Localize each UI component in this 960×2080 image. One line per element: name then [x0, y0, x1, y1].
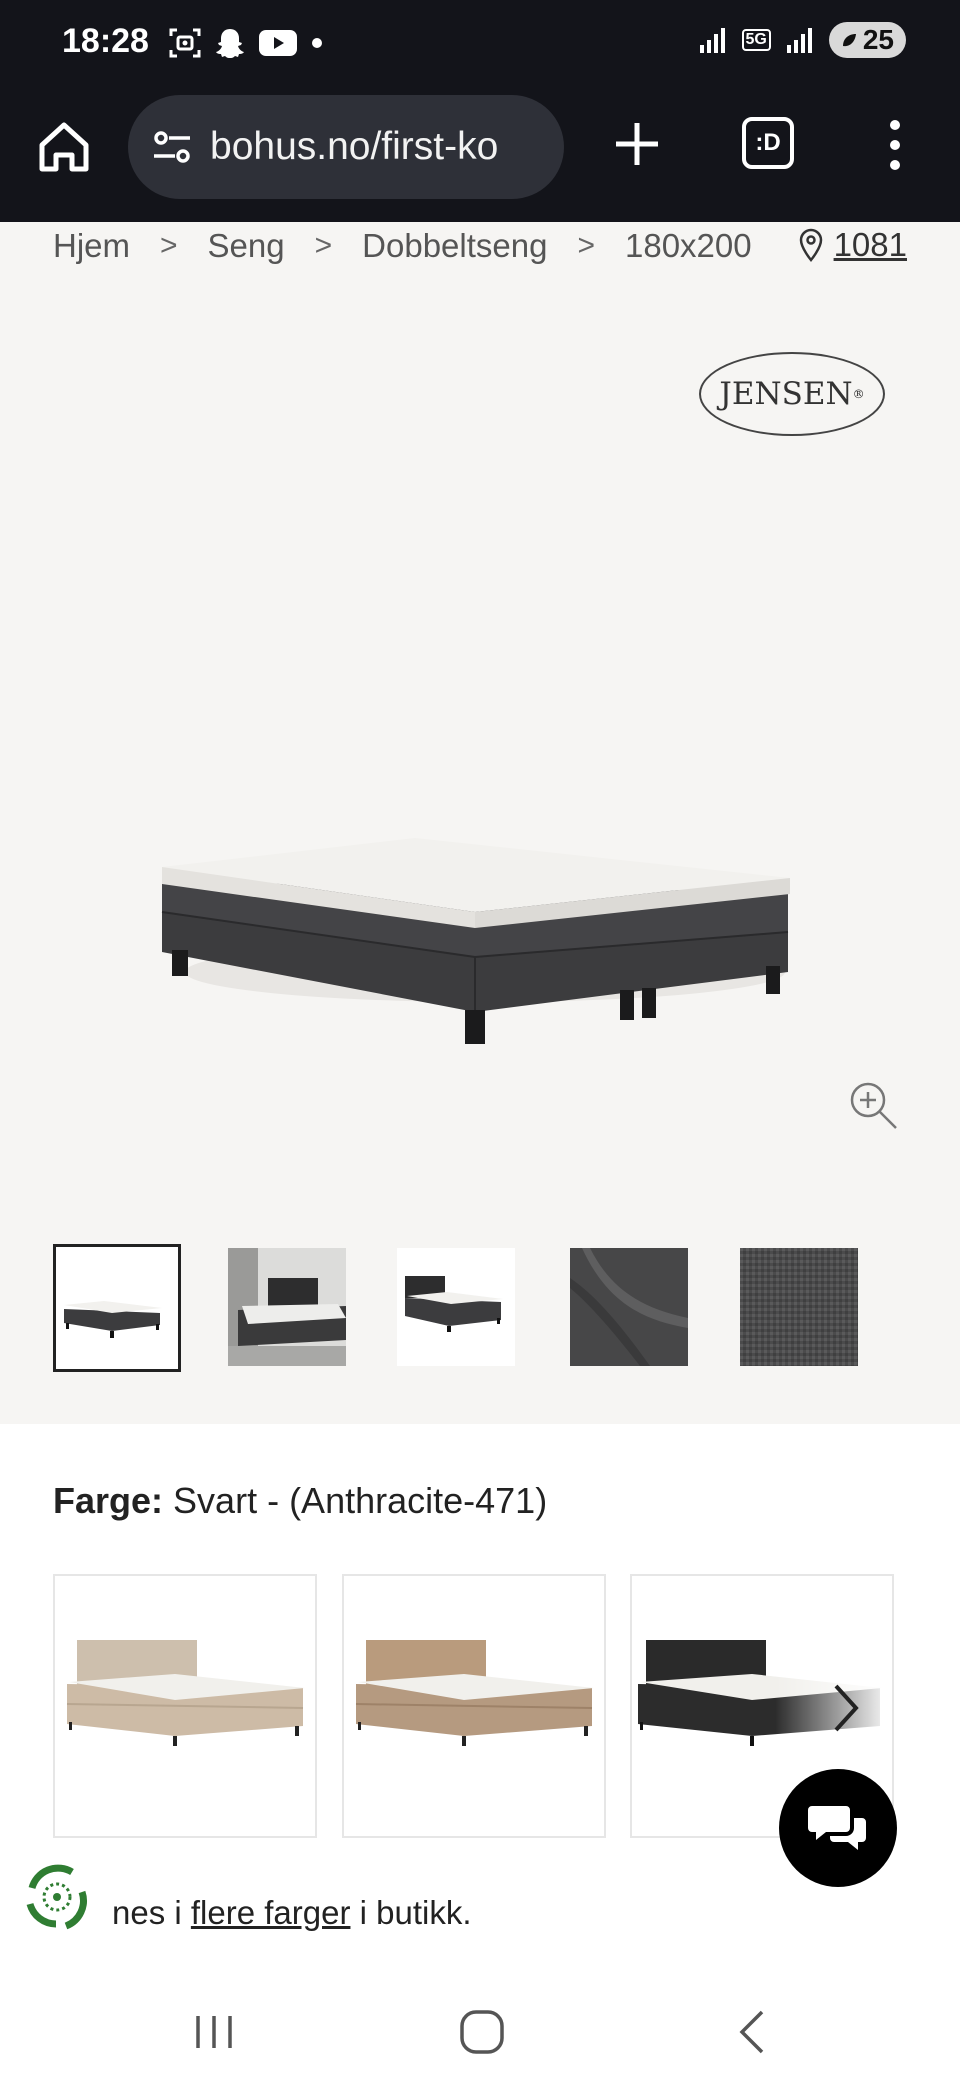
tab-switcher-button[interactable]: :D: [742, 117, 794, 169]
chat-button[interactable]: [779, 1769, 897, 1887]
breadcrumb-item-size[interactable]: 180x200: [625, 227, 752, 265]
breadcrumb-item-seng[interactable]: Seng: [208, 227, 285, 265]
back-icon[interactable]: [726, 2004, 782, 2060]
breadcrumb-separator: >: [314, 229, 333, 262]
location-pin-icon: [799, 228, 822, 262]
thumbnail-bed-studio[interactable]: [53, 1244, 181, 1372]
home-nav-icon[interactable]: [454, 2004, 510, 2060]
status-bar: 18:28 5G 25: [0, 0, 960, 95]
breadcrumb-separator: >: [577, 229, 595, 262]
more-notifications-dot: [312, 38, 322, 48]
notification-icons: [168, 26, 324, 60]
address-bar[interactable]: bohus.no/first-ko: [128, 95, 564, 199]
battery-level: 25: [862, 24, 894, 55]
system-navigation-bar: [0, 1984, 960, 2080]
thumbnail-bedroom[interactable]: [228, 1248, 346, 1366]
thumbnail-fabric-closeup[interactable]: [740, 1248, 858, 1366]
thumbnail-fabric-fold[interactable]: [570, 1248, 688, 1366]
network-type-label: 5G: [741, 29, 771, 51]
more-colors-prefix: nes i: [112, 1894, 191, 1931]
battery-saver-icon: [842, 34, 856, 47]
more-colors-suffix: i butikk.: [350, 1894, 472, 1931]
color-label-value: Svart - (Anthracite-471): [173, 1480, 548, 1521]
battery-indicator: 25: [828, 22, 906, 58]
more-colors-link[interactable]: flere farger: [191, 1894, 351, 1931]
zoom-in-icon[interactable]: [848, 1080, 900, 1132]
breadcrumb-item-dobbeltseng[interactable]: Dobbeltseng: [362, 227, 547, 265]
site-settings-icon[interactable]: [150, 125, 194, 169]
thumbnail-bed-headboard[interactable]: [397, 1248, 515, 1366]
system-icons: 5G 25: [698, 22, 906, 58]
snapchat-icon: [216, 29, 244, 58]
brand-name: JENSEN: [719, 376, 853, 412]
breadcrumb-separator: >: [160, 229, 178, 262]
breadcrumb-item-hjem[interactable]: Hjem: [53, 227, 130, 265]
home-icon[interactable]: [36, 119, 92, 175]
youtube-icon: [259, 30, 297, 56]
brand-logo: JENSEN ®: [699, 352, 885, 436]
color-swatch-beige[interactable]: [53, 1574, 317, 1838]
store-selector[interactable]: 1081: [798, 226, 907, 264]
chat-icon: [808, 1806, 866, 1850]
product-main-image[interactable]: [150, 612, 820, 1132]
store-code[interactable]: 1081: [834, 226, 907, 264]
screenshot-icon: [169, 28, 201, 58]
signal-icon: [699, 28, 725, 53]
signal-icon-2: [786, 28, 812, 53]
url-text[interactable]: bohus.no/first-ko: [210, 125, 550, 169]
browser-toolbar: bohus.no/first-ko :D: [0, 95, 960, 222]
eco-badge-icon[interactable]: [18, 1858, 96, 1936]
recent-apps-icon[interactable]: [186, 2004, 242, 2060]
color-label: Farge: Svart - (Anthracite-471): [53, 1480, 547, 1522]
more-colors-text: nes i flere farger i butikk.: [112, 1894, 472, 1932]
color-swatch-brown[interactable]: [342, 1574, 606, 1838]
new-tab-icon[interactable]: [610, 117, 664, 171]
color-selector-section: Farge: Svart - (Anthracite-471) nes i fl…: [0, 1424, 960, 1984]
breadcrumb: Hjem > Seng > Dobbeltseng > 180x200: [53, 222, 752, 270]
more-options-icon[interactable]: [880, 115, 910, 175]
carousel-next-icon[interactable]: [822, 1676, 870, 1740]
registered-mark: ®: [852, 387, 865, 401]
status-time: 18:28: [62, 22, 149, 60]
color-label-title: Farge:: [53, 1480, 164, 1521]
product-gallery: Hjem > Seng > Dobbeltseng > 180x200 1081…: [0, 222, 960, 1424]
